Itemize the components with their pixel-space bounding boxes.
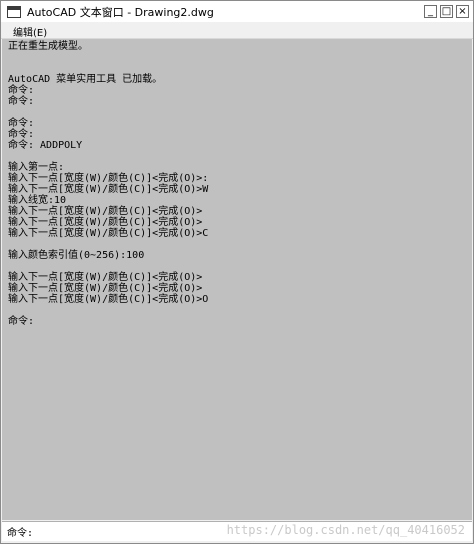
- log-line: 命令:: [8, 85, 35, 96]
- maximize-icon[interactable]: □: [440, 5, 453, 18]
- title-bar[interactable]: AutoCAD 文本窗口 - Drawing2.dwg _ □ ×: [1, 1, 473, 22]
- menu-bar: 编辑(E): [1, 22, 473, 39]
- log-line: 命令:: [8, 96, 35, 107]
- log-line: 输入下一点[宽度(W)/颜色(C)]<完成(O)>W: [8, 184, 209, 195]
- log-line: 输入下一点[宽度(W)/颜色(C)]<完成(O)>:: [8, 173, 209, 184]
- text-history-area[interactable]: 正在重生成模型。 AutoCAD 菜单实用工具 已加载。 命令: 命令: 命令: 命令…: [2, 39, 472, 520]
- command-line[interactable]: 命令:: [2, 521, 472, 541]
- log-line: 输入下一点[宽度(W)/颜色(C)]<完成(O)>: [8, 206, 203, 217]
- log-line: 命令: ADDPOLY: [8, 140, 83, 151]
- command-history: 正在重生成模型。 AutoCAD 菜单实用工具 已加载。 命令: 命令: 命令: 命令…: [2, 39, 472, 327]
- log-line: 输入下一点[宽度(W)/颜色(C)]<完成(O)>C: [8, 228, 209, 239]
- text-window-icon: [7, 5, 21, 18]
- window-title: AutoCAD 文本窗口 - Drawing2.dwg: [27, 5, 214, 19]
- menu-edit[interactable]: 编辑(E): [13, 24, 47, 39]
- log-line: 命令:: [8, 316, 35, 327]
- close-icon[interactable]: ×: [456, 5, 469, 18]
- log-line: 命令:: [8, 129, 35, 140]
- log-line: 输入下一点[宽度(W)/颜色(C)]<完成(O)>: [8, 272, 203, 283]
- log-line: 命令:: [8, 118, 35, 129]
- log-line: 输入下一点[宽度(W)/颜色(C)]<完成(O)>: [8, 283, 203, 294]
- minimize-icon[interactable]: _: [424, 5, 437, 18]
- log-line: 输入颜色索引值(0~256):100: [8, 250, 145, 261]
- log-line: 正在重生成模型。: [8, 41, 88, 52]
- log-line: 输入下一点[宽度(W)/颜色(C)]<完成(O)>: [8, 217, 203, 228]
- command-prompt: 命令:: [7, 528, 34, 539]
- log-line: 输入线宽:10: [8, 195, 67, 206]
- log-line: 输入下一点[宽度(W)/颜色(C)]<完成(O)>O: [8, 294, 209, 305]
- log-line: AutoCAD 菜单实用工具 已加载。: [8, 74, 163, 85]
- window-controls: _ □ ×: [424, 5, 469, 18]
- text-window: AutoCAD 文本窗口 - Drawing2.dwg _ □ × 编辑(E) …: [0, 0, 474, 544]
- log-line: 输入第一点:: [8, 162, 65, 173]
- command-input[interactable]: [33, 523, 472, 540]
